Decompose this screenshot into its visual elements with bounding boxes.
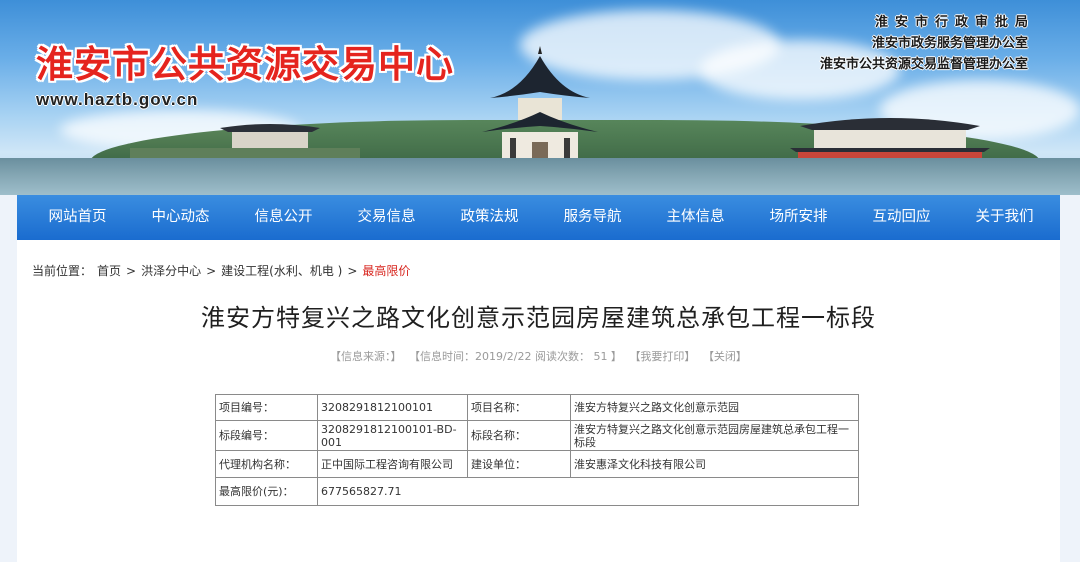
article-meta: 【信息来源：】 【信息时间：2019/2/22 阅读次数： 51 】 【我要打印…: [17, 348, 1060, 364]
table-label: 标段名称：: [467, 420, 571, 451]
site-title: 淮安市公共资源交易中心: [36, 42, 454, 86]
info-table: 项目编号： 3208291812100101 项目名称： 淮安方特复兴之路文化创…: [215, 394, 859, 506]
nav-item-about[interactable]: 关于我们: [953, 195, 1056, 240]
table-value: 淮安方特复兴之路文化创意示范园: [570, 394, 859, 421]
table-label: 项目名称：: [467, 394, 571, 421]
nav-item-venue[interactable]: 场所安排: [747, 195, 850, 240]
nav-item-policy[interactable]: 政策法规: [438, 195, 541, 240]
nav-item-service-guide[interactable]: 服务导航: [541, 195, 644, 240]
breadcrumb-prefix: 当前位置：: [32, 264, 93, 278]
breadcrumb-separator: >: [126, 263, 137, 278]
table-label: 最高限价(元)：: [215, 477, 318, 506]
breadcrumb-home[interactable]: 首页: [97, 262, 121, 279]
meta-source: 【信息来源：】: [330, 350, 402, 363]
breadcrumb: 当前位置： 首页 > 洪泽分中心 > 建设工程(水利、机电 ) > 最高限价: [32, 262, 410, 279]
table-row: 项目编号： 3208291812100101 项目名称： 淮安方特复兴之路文化创…: [215, 394, 859, 421]
org-name: 淮安市行政审批局: [874, 15, 1035, 30]
table-label: 标段编号：: [215, 420, 318, 451]
content-panel: 当前位置： 首页 > 洪泽分中心 > 建设工程(水利、机电 ) > 最高限价 淮…: [17, 240, 1060, 562]
breadcrumb-separator: >: [206, 263, 217, 278]
site-url: www.haztb.gov.cn: [36, 90, 199, 109]
table-label: 代理机构名称：: [215, 450, 318, 478]
table-value: 3208291812100101: [317, 394, 468, 421]
table-value: 正中国际工程咨询有限公司: [317, 450, 468, 478]
nav-item-entity-info[interactable]: 主体信息: [644, 195, 747, 240]
table-label: 项目编号：: [215, 394, 318, 421]
meta-time: 【信息时间：2019/2/22 阅读次数： 51 】: [409, 350, 622, 363]
hall-illustration: [790, 118, 990, 164]
nav-item-interaction[interactable]: 互动回应: [850, 195, 953, 240]
breadcrumb-construction[interactable]: 建设工程(水利、机电 ): [221, 262, 342, 279]
breadcrumb-current[interactable]: 最高限价: [362, 262, 410, 279]
nav-item-home[interactable]: 网站首页: [26, 195, 129, 240]
table-label: 建设单位：: [467, 450, 571, 478]
lake: [0, 158, 1080, 195]
org-name: 淮安市公共资源交易监督管理办公室: [819, 57, 1028, 72]
table-row: 最高限价(元)： 677565827.71: [215, 477, 859, 506]
nav-item-center-news[interactable]: 中心动态: [129, 195, 232, 240]
print-link[interactable]: 【我要打印】: [629, 350, 695, 363]
table-value: 淮安惠泽文化科技有限公司: [570, 450, 859, 478]
close-link[interactable]: 【关闭】: [703, 350, 747, 363]
nav-item-trade-info[interactable]: 交易信息: [335, 195, 438, 240]
main-nav: 网站首页 中心动态 信息公开 交易信息 政策法规 服务导航 主体信息 场所安排 …: [17, 195, 1060, 240]
org-list: 淮安市行政审批局 淮安市政务服务管理办公室 淮安市公共资源交易监督管理办公室: [820, 12, 1028, 75]
breadcrumb-separator: >: [347, 263, 358, 278]
header-banner: 淮安市公共资源交易中心 www.haztb.gov.cn 淮安市行政审批局 淮安…: [0, 0, 1080, 195]
table-row: 标段编号： 3208291812100101-BD-001 标段名称： 淮安方特…: [215, 420, 859, 451]
article-title: 淮安方特复兴之路文化创意示范园房屋建筑总承包工程一标段: [201, 304, 876, 332]
table-row: 代理机构名称： 正中国际工程咨询有限公司 建设单位： 淮安惠泽文化科技有限公司: [215, 450, 859, 478]
table-value: 677565827.71: [317, 477, 859, 506]
org-name: 淮安市政务服务管理办公室: [871, 36, 1028, 51]
nav-item-disclosure[interactable]: 信息公开: [232, 195, 335, 240]
table-value: 淮安方特复兴之路文化创意示范园房屋建筑总承包工程一标段: [570, 420, 859, 451]
breadcrumb-hongze[interactable]: 洪泽分中心: [141, 262, 201, 279]
table-value: 3208291812100101-BD-001: [317, 420, 468, 451]
